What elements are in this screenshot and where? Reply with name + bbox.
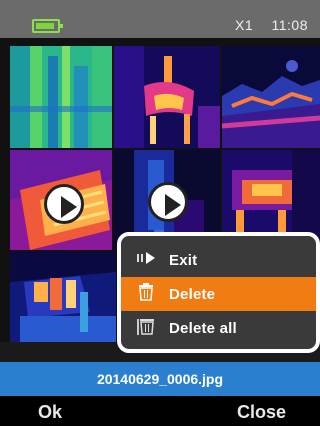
gallery-screen: X1 11:08 Exit Delete Delete all 20140629… [0,0,320,426]
battery-icon [32,19,63,33]
play-icon[interactable] [44,184,84,224]
thumbnail-7[interactable] [10,252,116,342]
trash-all-icon [135,317,157,339]
thumbnail-1[interactable] [10,46,112,148]
close-button[interactable]: Close [237,402,286,423]
menu-item-label: Exit [169,251,198,269]
menu-item-delete-all[interactable]: Delete all [121,311,316,345]
softkey-bar: Ok Close [0,396,320,426]
ok-button[interactable]: Ok [38,402,62,423]
mode-indicator: X1 [234,17,254,33]
thumbnail-3[interactable] [222,46,320,148]
menu-item-label: Delete all [169,319,237,337]
status-bar: X1 11:08 [0,0,320,38]
filename-bar: 20140629_0006.jpg [0,362,320,396]
trash-icon [135,283,157,305]
menu-item-label: Delete [169,285,216,303]
thumbnail-2[interactable] [114,46,220,148]
exit-icon [135,251,157,269]
play-icon[interactable] [148,182,188,222]
clock: 11:08 [271,17,308,33]
thumbnail-4[interactable] [10,150,112,250]
menu-item-delete[interactable]: Delete [121,277,316,311]
context-menu: Exit Delete Delete all [117,232,320,353]
menu-item-exit[interactable]: Exit [121,243,316,277]
